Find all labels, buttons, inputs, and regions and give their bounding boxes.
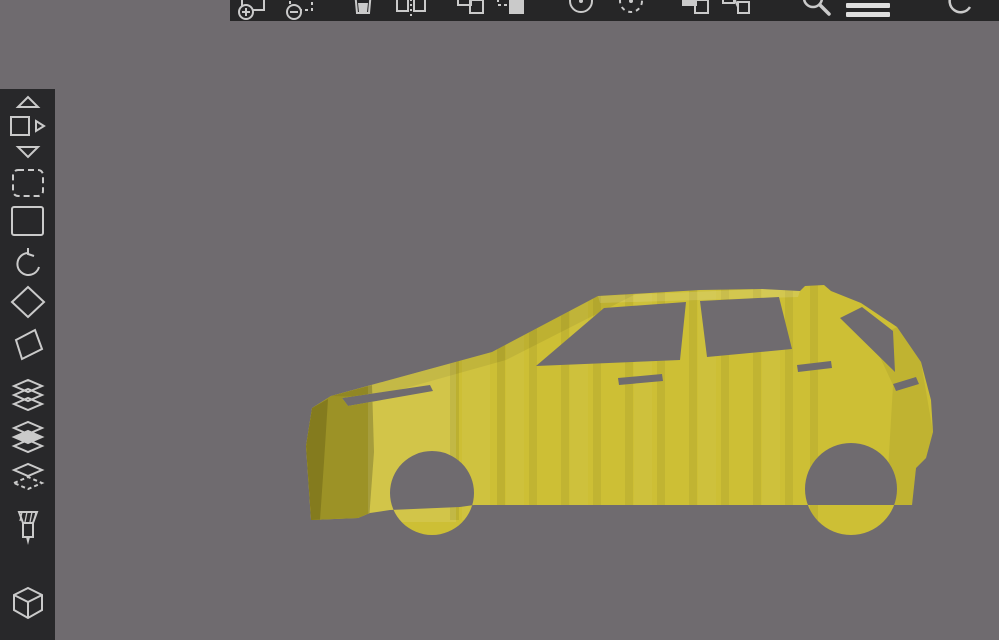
zoom-icon[interactable] [798,0,834,21]
mirror-icon[interactable] [393,0,429,21]
dashed-circle-icon[interactable] [613,0,649,21]
menu-icon[interactable] [842,0,894,21]
pan-tool-icon[interactable] [8,113,48,139]
add-object-icon[interactable] [235,0,271,21]
app-window [0,0,999,640]
diamond-tool-icon[interactable] [10,285,46,319]
spray-paint-tool-icon[interactable] [10,509,46,549]
rotate-tool-icon[interactable] [11,247,45,281]
paste-icon[interactable] [345,0,381,21]
remove-object-icon[interactable] [283,0,319,21]
car-model[interactable] [306,285,933,535]
cube-view-icon[interactable] [10,585,46,621]
union-icon[interactable] [453,0,489,21]
skewed-square-tool-icon[interactable] [9,327,47,361]
intersect-icon[interactable] [678,0,714,21]
scroll-up-icon[interactable] [14,95,42,109]
canvas-viewport[interactable] [0,0,999,640]
layer-stack-2-icon[interactable] [10,419,46,455]
undo-icon[interactable] [940,0,976,21]
layer-stack-3-icon[interactable] [10,461,46,497]
left-tool-sidebar [0,89,55,640]
scroll-down-icon[interactable] [14,145,42,159]
top-toolbar [230,0,999,21]
subtract-icon[interactable] [493,0,529,21]
layer-stack-icon[interactable] [10,377,46,413]
rectangle-tool-icon[interactable] [10,205,46,237]
link-objects-icon[interactable] [718,0,754,21]
select-box-icon[interactable] [10,167,46,199]
circle-marks-icon[interactable] [563,0,599,21]
